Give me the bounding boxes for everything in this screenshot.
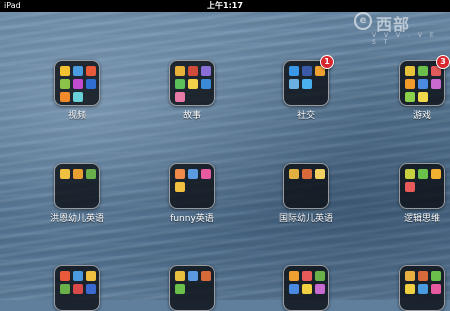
folder-label: 逻辑思维	[403, 214, 440, 224]
app-thumbnail-icon	[188, 169, 198, 179]
folder-label: 故事	[182, 111, 201, 121]
app-thumbnail-icon	[405, 271, 415, 281]
app-thumbnail-icon	[175, 66, 185, 76]
app-thumbnail-icon	[86, 284, 96, 294]
app-thumbnail-icon	[60, 79, 70, 89]
app-thumbnail-icon	[418, 271, 428, 281]
app-thumbnail-icon	[302, 169, 312, 179]
app-thumbnail-icon	[418, 79, 428, 89]
folder-icon[interactable]: 3	[399, 55, 450, 106]
app-thumbnail-icon	[405, 92, 415, 102]
app-thumbnail-icon	[188, 271, 198, 281]
app-thumbnail-icon	[302, 79, 312, 89]
folder-label: 洪恩幼儿英语	[49, 214, 104, 224]
notification-badge: 3	[436, 55, 450, 69]
app-thumbnail-icon	[73, 66, 83, 76]
app-thumbnail-icon	[431, 271, 441, 281]
app-thumbnail-icon	[60, 284, 70, 294]
app-thumbnail-icon	[86, 271, 96, 281]
app-thumbnail-icon	[289, 284, 299, 294]
watermark-subtext: V V V . V E S T	[372, 32, 437, 46]
folder-label: 视频	[67, 111, 86, 121]
folder-icon[interactable]	[283, 265, 329, 311]
folder-icon[interactable]	[399, 163, 445, 209]
app-thumbnail-icon	[201, 271, 211, 281]
app-thumbnail-icon	[73, 79, 83, 89]
app-thumbnail-icon	[86, 169, 96, 179]
folder-icon[interactable]	[54, 265, 100, 311]
app-thumbnail-icon	[418, 92, 428, 102]
folder-icon[interactable]	[399, 265, 445, 311]
app-thumbnail-icon	[315, 169, 325, 179]
app-thumbnail-icon	[418, 284, 428, 294]
app-thumbnail-icon	[175, 182, 185, 192]
app-thumbnail-icon	[289, 66, 299, 76]
app-thumbnail-icon	[201, 169, 211, 179]
app-thumbnail-icon	[431, 169, 441, 179]
app-thumbnail-icon	[188, 66, 198, 76]
app-thumbnail-icon	[302, 284, 312, 294]
app-thumbnail-icon	[175, 169, 185, 179]
app-thumbnail-icon	[175, 92, 185, 102]
folder-icon[interactable]	[169, 265, 215, 311]
app-thumbnail-icon	[201, 79, 211, 89]
notification-badge: 1	[320, 55, 334, 69]
folder-label: funny英语	[170, 214, 214, 224]
app-thumbnail-icon	[431, 79, 441, 89]
app-thumbnail-icon	[418, 169, 428, 179]
watermark-logo-icon: e	[354, 12, 372, 30]
folder-label: 游戏	[412, 111, 431, 121]
app-thumbnail-icon	[86, 66, 96, 76]
app-thumbnail-icon	[302, 66, 312, 76]
app-thumbnail-icon	[405, 284, 415, 294]
folder-icon[interactable]	[54, 60, 100, 106]
app-thumbnail-icon	[315, 271, 325, 281]
app-thumbnail-icon	[86, 79, 96, 89]
app-thumbnail-icon	[405, 182, 415, 192]
folder-icon[interactable]	[283, 163, 329, 209]
app-thumbnail-icon	[289, 79, 299, 89]
app-thumbnail-icon	[73, 271, 83, 281]
app-thumbnail-icon	[289, 271, 299, 281]
app-thumbnail-icon	[289, 169, 299, 179]
app-thumbnail-icon	[405, 79, 415, 89]
watermark: e 西部 V V V . V E S T	[354, 10, 444, 46]
folder-icon[interactable]	[54, 163, 100, 209]
folder-label: 国际幼儿英语	[278, 214, 333, 224]
folder-icon[interactable]	[169, 60, 215, 106]
app-thumbnail-icon	[302, 271, 312, 281]
folder-icon[interactable]: 1	[283, 55, 334, 106]
folder-icon[interactable]	[169, 163, 215, 209]
app-thumbnail-icon	[60, 169, 70, 179]
app-thumbnail-icon	[405, 66, 415, 76]
app-thumbnail-icon	[175, 79, 185, 89]
app-thumbnail-icon	[60, 92, 70, 102]
app-thumbnail-icon	[405, 169, 415, 179]
app-thumbnail-icon	[175, 284, 185, 294]
app-thumbnail-icon	[60, 271, 70, 281]
app-thumbnail-icon	[431, 284, 441, 294]
app-thumbnail-icon	[188, 79, 198, 89]
app-thumbnail-icon	[175, 271, 185, 281]
app-thumbnail-icon	[73, 169, 83, 179]
app-thumbnail-icon	[201, 66, 211, 76]
app-thumbnail-icon	[418, 66, 428, 76]
app-thumbnail-icon	[73, 92, 83, 102]
app-thumbnail-icon	[73, 284, 83, 294]
folder-label: 社交	[296, 111, 315, 121]
app-thumbnail-icon	[60, 66, 70, 76]
app-thumbnail-icon	[315, 284, 325, 294]
